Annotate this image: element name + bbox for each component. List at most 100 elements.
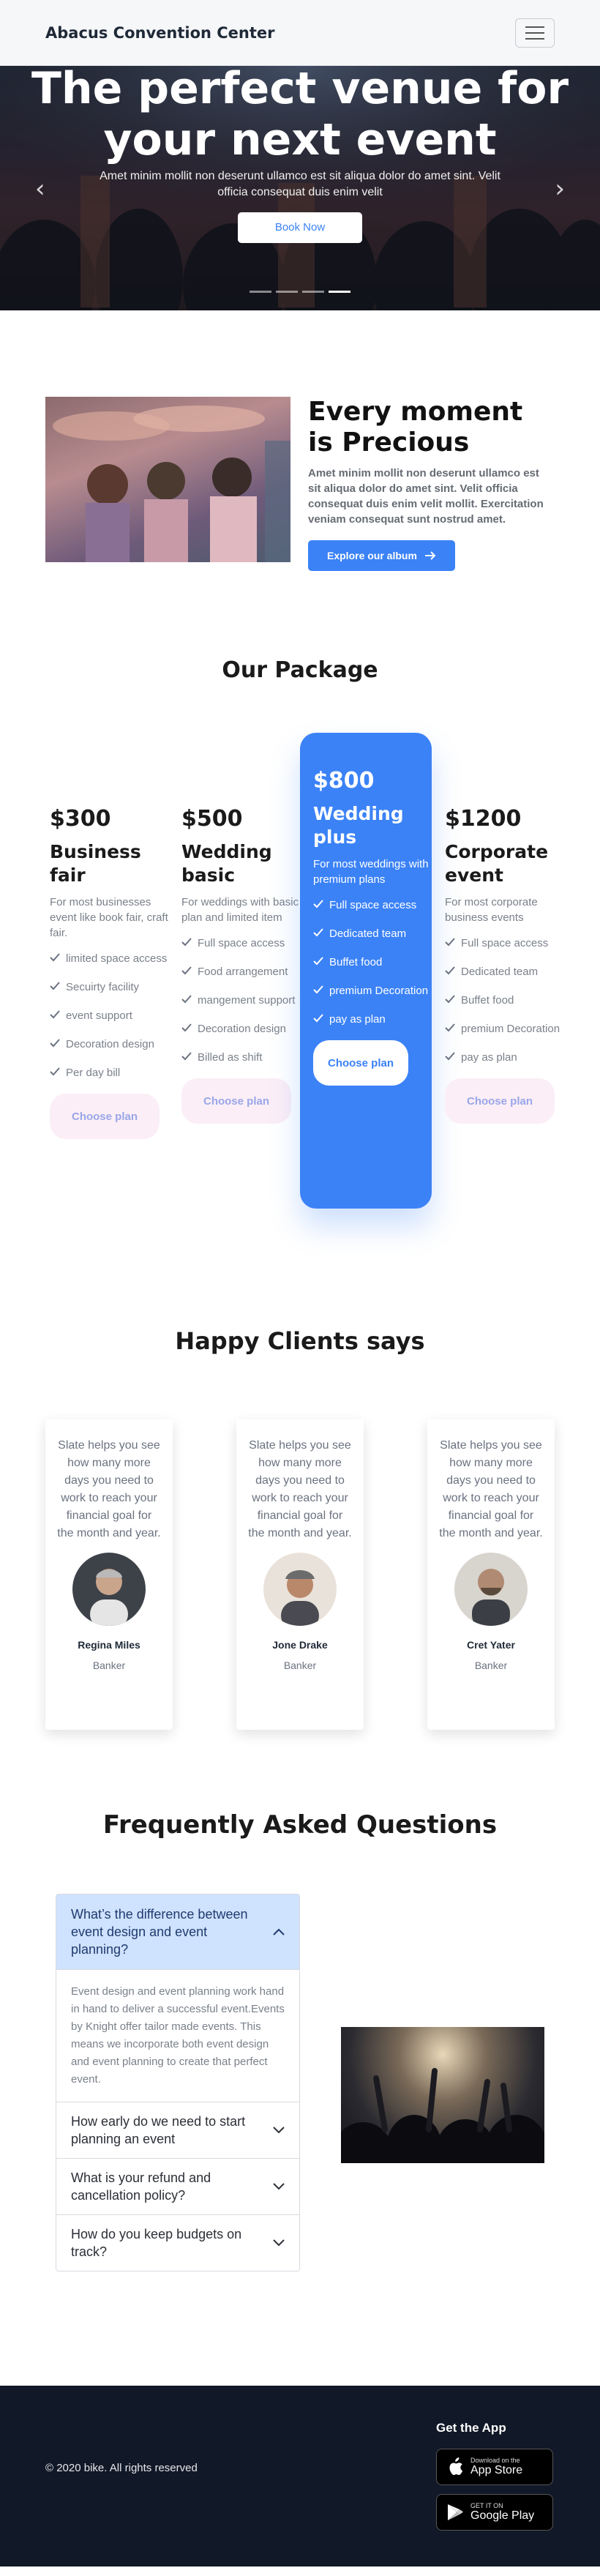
check-icon (50, 1067, 60, 1076)
package-name: Wedding plus (313, 803, 404, 848)
get-app-heading: Get the App (436, 2421, 506, 2435)
check-icon (445, 995, 455, 1004)
package-feature: pay as plan (313, 1012, 432, 1027)
check-icon (50, 1039, 60, 1048)
menu-toggle-button[interactable] (515, 18, 555, 48)
check-icon (181, 938, 192, 947)
hero-text: Amet minim mollit non deserunt ullamco e… (100, 170, 500, 198)
package-description: For most weddings with premium plans (313, 858, 429, 886)
moment-title: Every moment is Precious (308, 397, 523, 458)
google-play-button[interactable]: GET IT ON Google Play (436, 2494, 553, 2531)
choose-plan-button[interactable]: Choose plan (313, 1040, 408, 1086)
faq-question[interactable]: What’s the difference between event desi… (56, 1894, 299, 1969)
client-role: Banker (92, 1660, 126, 1671)
hero-title: The perfect venue for your next event (31, 66, 569, 165)
avatar (263, 1553, 337, 1626)
package-features: Full space access Dedicated team Buffet fo… (313, 897, 432, 1027)
package-description: For most businesses event like book fair… (50, 896, 168, 939)
carousel-indicator[interactable] (329, 291, 350, 293)
chevron-down-icon (273, 2183, 285, 2190)
package-feature: Decoration design (181, 1021, 300, 1037)
package-feature: Buffet food (445, 993, 563, 1008)
packages-section: $300 Business fair For most businesses eve… (0, 733, 600, 1239)
carousel-indicators (0, 291, 600, 293)
packages-title: Our Package (222, 657, 378, 683)
testimonial-quote: Slate helps you see how many more days y… (248, 1439, 352, 1539)
chevron-down-icon (273, 2127, 285, 2134)
moment-text: Amet minim mollit non deserunt ullamco e… (308, 467, 544, 526)
play-store-icon (448, 2504, 463, 2520)
testimonial-quote: Slate helps you see how many more days y… (57, 1439, 161, 1539)
client-name: Jone Drake (272, 1639, 328, 1651)
hamburger-icon (525, 26, 544, 28)
package-feature: Decoration design (50, 1037, 168, 1052)
package-description: For most corporate business events (445, 896, 538, 924)
carousel-indicator[interactable] (250, 291, 271, 293)
package-price: $1200 (445, 806, 522, 832)
choose-plan-button[interactable]: Choose plan (445, 1078, 555, 1124)
brand-logo[interactable]: Abacus Convention Center (45, 24, 275, 42)
faq-answer: Event design and event planning work han… (56, 1969, 299, 2102)
faq-question[interactable]: What is your refund and cancellation pol… (56, 2158, 299, 2214)
package-feature: limited space access (50, 951, 168, 966)
book-now-button[interactable]: Book Now (238, 212, 362, 243)
carousel-indicator[interactable] (276, 291, 298, 293)
navbar: Abacus Convention Center (0, 0, 600, 66)
testimonial-card: Slate helps you see how many more days y… (427, 1419, 555, 1730)
package-feature: premium Decoration (445, 1021, 563, 1037)
check-icon (181, 1023, 192, 1032)
package-card: $500 Wedding basic For weddings with basic… (168, 771, 300, 1239)
package-feature: pay as plan (445, 1050, 563, 1065)
check-icon (313, 985, 323, 994)
package-features: Full space access Dedicated team Buffet fo… (445, 936, 563, 1065)
package-features: limited space access Secuirty facility eve… (50, 951, 168, 1080)
carousel-prev-icon[interactable]: ‹ (35, 174, 45, 204)
package-description: For weddings with basic plan and limited… (181, 896, 299, 924)
explore-album-button[interactable]: Explore our album (308, 540, 455, 571)
clients-title: Happy Clients says (175, 1327, 425, 1355)
check-icon (50, 982, 60, 990)
avatar (454, 1553, 528, 1626)
faq-accordion: What’s the difference between event desi… (56, 1894, 300, 2271)
chevron-down-icon (273, 2239, 285, 2247)
check-icon (313, 957, 323, 966)
check-icon (181, 966, 192, 975)
faq-title: Frequently Asked Questions (102, 1810, 498, 1840)
package-feature: Food arrangement (181, 964, 300, 979)
package-feature: Dedicated team (445, 964, 563, 979)
package-name: Wedding basic (181, 841, 272, 886)
check-icon (313, 928, 323, 937)
chevron-up-icon (273, 1928, 285, 1935)
check-icon (181, 995, 192, 1004)
check-icon (50, 1010, 60, 1019)
check-icon (445, 1052, 455, 1061)
package-feature: Full space access (445, 936, 563, 951)
package-price: $300 (50, 806, 111, 832)
moment-section: Every moment is Precious Amet minim moll… (0, 310, 600, 571)
package-feature: Secuirty facility (50, 979, 168, 995)
check-icon (445, 966, 455, 975)
footer: © 2020 bike. All rights reserved Get the… (0, 2386, 600, 2566)
concert-crowd-photo (341, 2027, 544, 2163)
package-feature: premium Decoration (313, 983, 432, 998)
clients-section: Slate helps you see how many more days y… (0, 1419, 600, 1730)
faq-question[interactable]: How early do we need to start planning a… (56, 2102, 299, 2158)
hero-carousel: The perfect venue for your next event Am… (0, 66, 600, 310)
carousel-indicator[interactable] (302, 291, 324, 293)
copyright-text: © 2020 bike. All rights reserved (45, 2462, 198, 2474)
testimonial-card: Slate helps you see how many more days y… (45, 1419, 173, 1730)
choose-plan-button[interactable]: Choose plan (181, 1078, 291, 1124)
carousel-next-icon[interactable]: › (555, 174, 565, 204)
package-feature: Full space access (313, 897, 432, 913)
check-icon (313, 1014, 323, 1023)
app-store-button[interactable]: Download on the App Store (436, 2449, 553, 2485)
apple-icon (449, 2457, 463, 2475)
faq-question[interactable]: How do you keep budgets on track? (56, 2214, 299, 2271)
testimonial-quote: Slate helps you see how many more days y… (439, 1439, 543, 1539)
package-card: $1200 Corporate event For most corporate b… (432, 771, 563, 1239)
client-name: Regina Miles (78, 1639, 140, 1651)
client-name: Cret Yater (467, 1639, 515, 1651)
package-feature: Full space access (181, 936, 300, 951)
choose-plan-button[interactable]: Choose plan (50, 1094, 160, 1139)
check-icon (313, 900, 323, 908)
